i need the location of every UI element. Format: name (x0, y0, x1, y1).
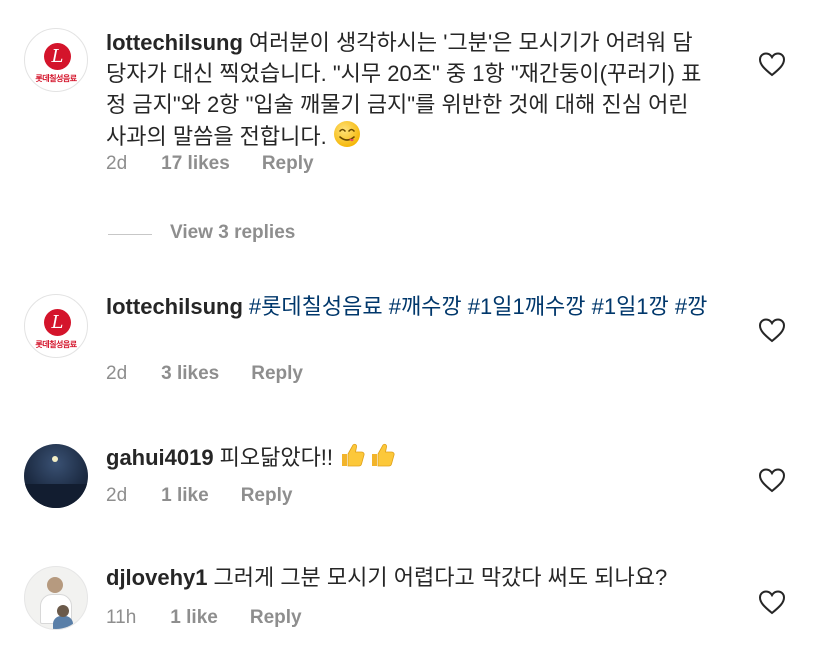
reply-button[interactable]: Reply (262, 153, 314, 175)
avatar[interactable] (24, 566, 88, 630)
comment-body: 그러게 그분 모시기 어렵다고 막갔다 써도 되나요? (213, 565, 668, 590)
avatar-sea (24, 484, 88, 508)
username[interactable]: djlovehy1 (106, 565, 207, 590)
reply-button[interactable]: Reply (250, 607, 302, 629)
comment-time: 11h (106, 607, 137, 628)
replies-divider (108, 234, 152, 235)
reply-button[interactable]: Reply (251, 363, 303, 385)
hashtag-link[interactable]: #깡 (675, 294, 707, 319)
hashtag-link[interactable]: #깨수깡 (389, 294, 462, 319)
avatar[interactable]: L 롯데칠성음료 (24, 294, 88, 358)
comment-text-block: lottechilsung 여러분이 생각하시는 '그분'은 모시기가 어려워 담… (106, 27, 710, 156)
comment-text-block: gahui4019 피오닮았다!! (106, 441, 710, 477)
comment-time: 2d (106, 153, 128, 174)
comment-text-block: lottechilsung #롯데칠성음료 #깨수깡 #1일1깨수깡 #1일1깡 … (106, 291, 710, 322)
lotte-logo-mark: L (44, 43, 71, 70)
face-savoring-food-emoji (333, 120, 361, 156)
comment-meta: 2d 17 likes Reply (106, 153, 314, 175)
heart-icon[interactable] (758, 317, 786, 343)
username[interactable]: gahui4019 (106, 445, 214, 470)
hashtag-link[interactable]: #1일1깨수깡 (468, 294, 586, 319)
avatar-person-head (47, 577, 63, 593)
username[interactable]: lottechilsung (106, 294, 243, 319)
comment-meta: 11h 1 like Reply (106, 607, 302, 629)
avatar[interactable] (24, 444, 88, 508)
hashtag-link[interactable]: #롯데칠성음료 (249, 294, 383, 319)
avatar-child-head (57, 605, 69, 617)
comment-time: 2d (106, 363, 128, 384)
likes-count[interactable]: 17 likes (161, 153, 230, 175)
thumbs-up-emoji (339, 441, 367, 477)
comment-time: 2d (106, 485, 128, 506)
heart-icon[interactable] (758, 589, 786, 615)
avatar[interactable]: L 롯데칠성음료 (24, 28, 88, 92)
avatar-moon (52, 456, 58, 462)
comment-text-block: djlovehy1 그러게 그분 모시기 어렵다고 막갔다 써도 되나요? (106, 562, 710, 593)
avatar-child-body (53, 616, 73, 629)
reply-button[interactable]: Reply (241, 485, 293, 507)
lotte-brand-text: 롯데칠성음료 (35, 340, 77, 349)
comment-meta: 2d 3 likes Reply (106, 363, 303, 385)
view-replies-label: View 3 replies (170, 222, 296, 243)
likes-count[interactable]: 1 like (170, 607, 218, 629)
thumbs-up-emoji (369, 441, 397, 477)
lotte-brand-text: 롯데칠성음료 (35, 74, 77, 83)
likes-count[interactable]: 3 likes (161, 363, 219, 385)
hashtag-link[interactable]: #1일1깡 (592, 294, 669, 319)
lotte-logo-mark: L (44, 309, 71, 336)
likes-count[interactable]: 1 like (161, 485, 209, 507)
heart-icon[interactable] (758, 51, 786, 77)
heart-icon[interactable] (758, 467, 786, 493)
comment-meta: 2d 1 like Reply (106, 485, 292, 507)
username[interactable]: lottechilsung (106, 30, 243, 55)
comment-body: 피오닮았다!! (219, 445, 334, 470)
